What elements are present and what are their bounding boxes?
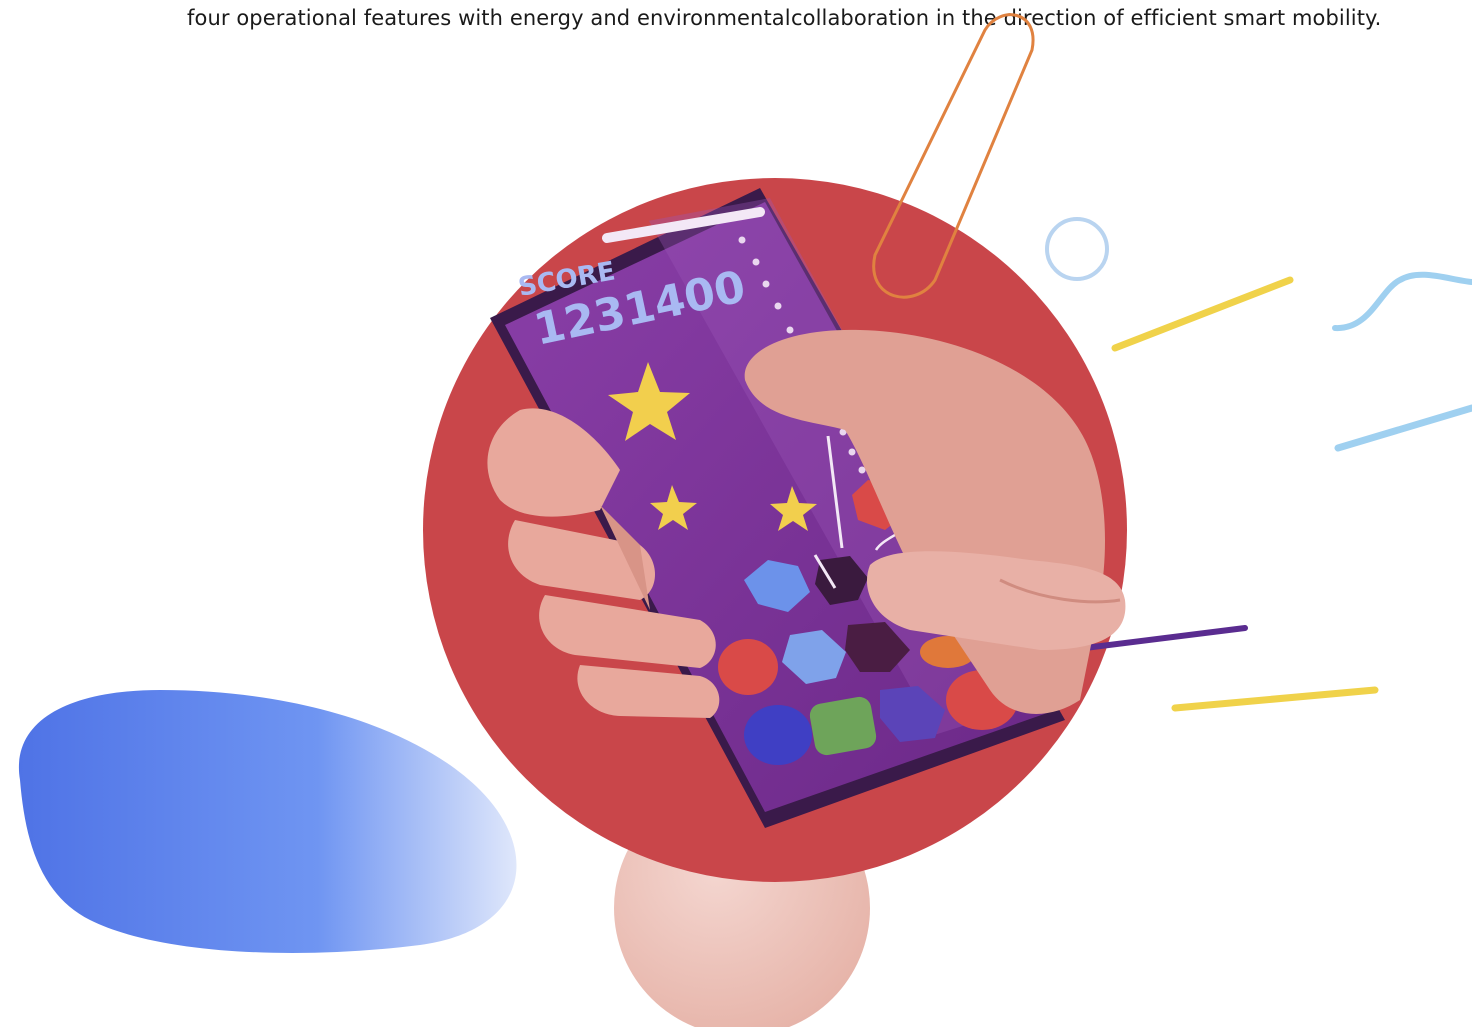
gem-tile <box>718 639 778 695</box>
ring-shape <box>1045 217 1109 281</box>
mobile-game-illustration: SCORE 1231400 <box>18 13 1472 1027</box>
blue-blob-shape <box>18 690 517 953</box>
gem-tile <box>809 696 877 756</box>
gem-tile <box>744 705 812 765</box>
